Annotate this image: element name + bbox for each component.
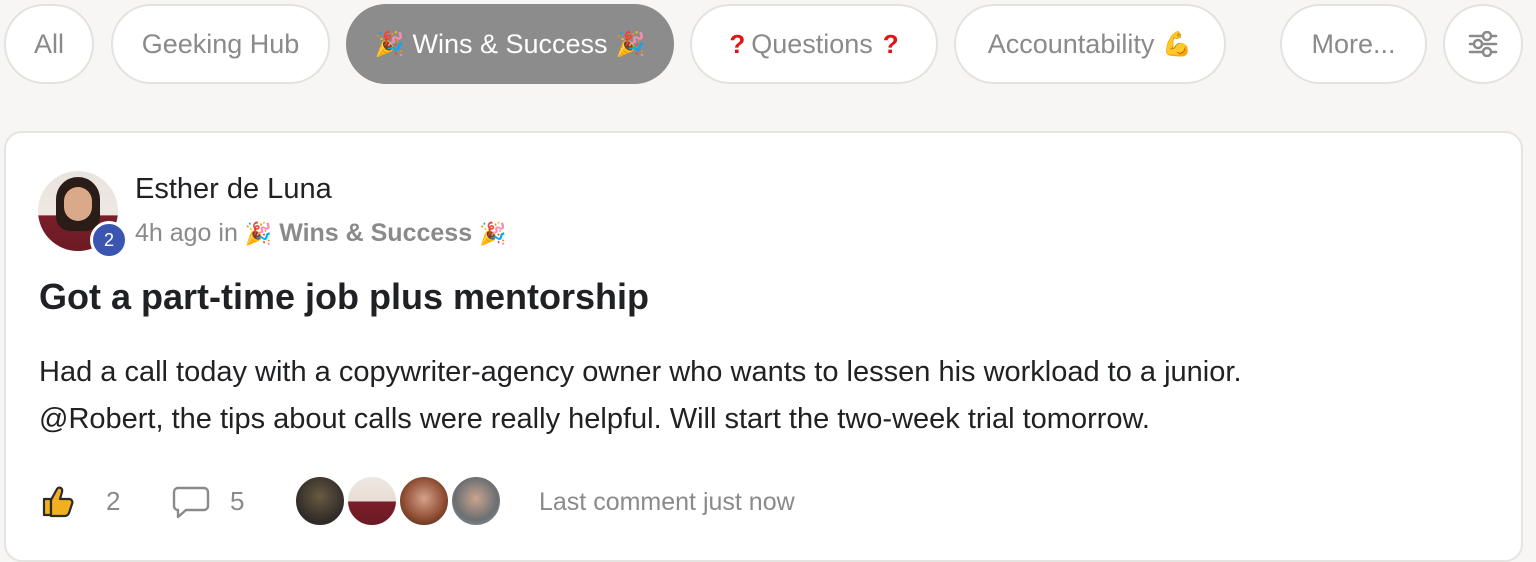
author-avatar[interactable]: 2	[38, 171, 128, 259]
post-card[interactable]: 2 Esther de Luna 4h ago in 🎉 Wins & Succ…	[4, 131, 1523, 562]
tab-all-label: All	[33, 28, 64, 59]
tab-wins-success[interactable]: 🎉 Wins & Success 🎉	[346, 4, 674, 84]
comment-count-wrap: 5	[230, 486, 244, 517]
tab-accountability[interactable]: Accountability 💪	[954, 4, 1226, 84]
avatar	[398, 475, 450, 527]
tab-questions-label: Questions	[751, 28, 873, 59]
party-popper-icon: 🎉	[244, 222, 273, 247]
comment-count: 5	[230, 486, 245, 516]
party-popper-icon: 🎉	[374, 30, 405, 58]
post-body-line: Had a call today with a copywriter-agenc…	[39, 356, 1242, 388]
level-badge: 2	[90, 221, 128, 259]
post-meta: 4h ago in 🎉 Wins & Success 🎉	[135, 219, 506, 248]
post-body-line: @Robert, the tips about calls were reall…	[39, 403, 1150, 435]
filter-button[interactable]	[1443, 4, 1523, 84]
post-time: 4h ago in	[135, 219, 238, 247]
tab-wins-success-label: Wins & Success	[412, 28, 608, 59]
tab-geeking-hub[interactable]: Geeking Hub	[111, 4, 330, 84]
author-name[interactable]: Esther de Luna	[135, 173, 332, 206]
like-count-wrap: 2	[106, 486, 120, 517]
tab-accountability-label: Accountability	[987, 28, 1155, 59]
comment-button[interactable]	[172, 485, 210, 519]
like-button[interactable]	[40, 483, 76, 519]
avatar	[346, 475, 398, 527]
speech-bubble-icon	[172, 486, 210, 519]
tab-more-label: More...	[1311, 28, 1396, 59]
post-title[interactable]: Got a part-time job plus mentorship	[39, 276, 649, 318]
tab-geeking-hub-label: Geeking Hub	[141, 28, 300, 59]
tab-questions[interactable]: ? Questions ?	[690, 4, 938, 84]
flexed-biceps-icon: 💪	[1162, 30, 1193, 58]
thumbs-up-icon	[42, 486, 74, 518]
question-mark-icon: ?	[729, 28, 746, 59]
party-popper-icon: 🎉	[479, 222, 507, 247]
participant-avatars[interactable]	[294, 475, 502, 529]
party-popper-icon: 🎉	[615, 30, 646, 58]
avatar	[294, 475, 346, 527]
tab-all[interactable]: All	[4, 4, 94, 84]
avatar	[450, 475, 502, 527]
sliders-icon	[1468, 31, 1498, 57]
tab-more[interactable]: More...	[1280, 4, 1427, 84]
post-category-link[interactable]: Wins & Success	[279, 219, 472, 247]
question-mark-icon: ?	[882, 28, 899, 59]
post-body: Had a call today with a copywriter-agenc…	[39, 349, 1499, 443]
like-count: 2	[106, 486, 121, 516]
last-comment-time: Last comment just now	[539, 488, 795, 516]
